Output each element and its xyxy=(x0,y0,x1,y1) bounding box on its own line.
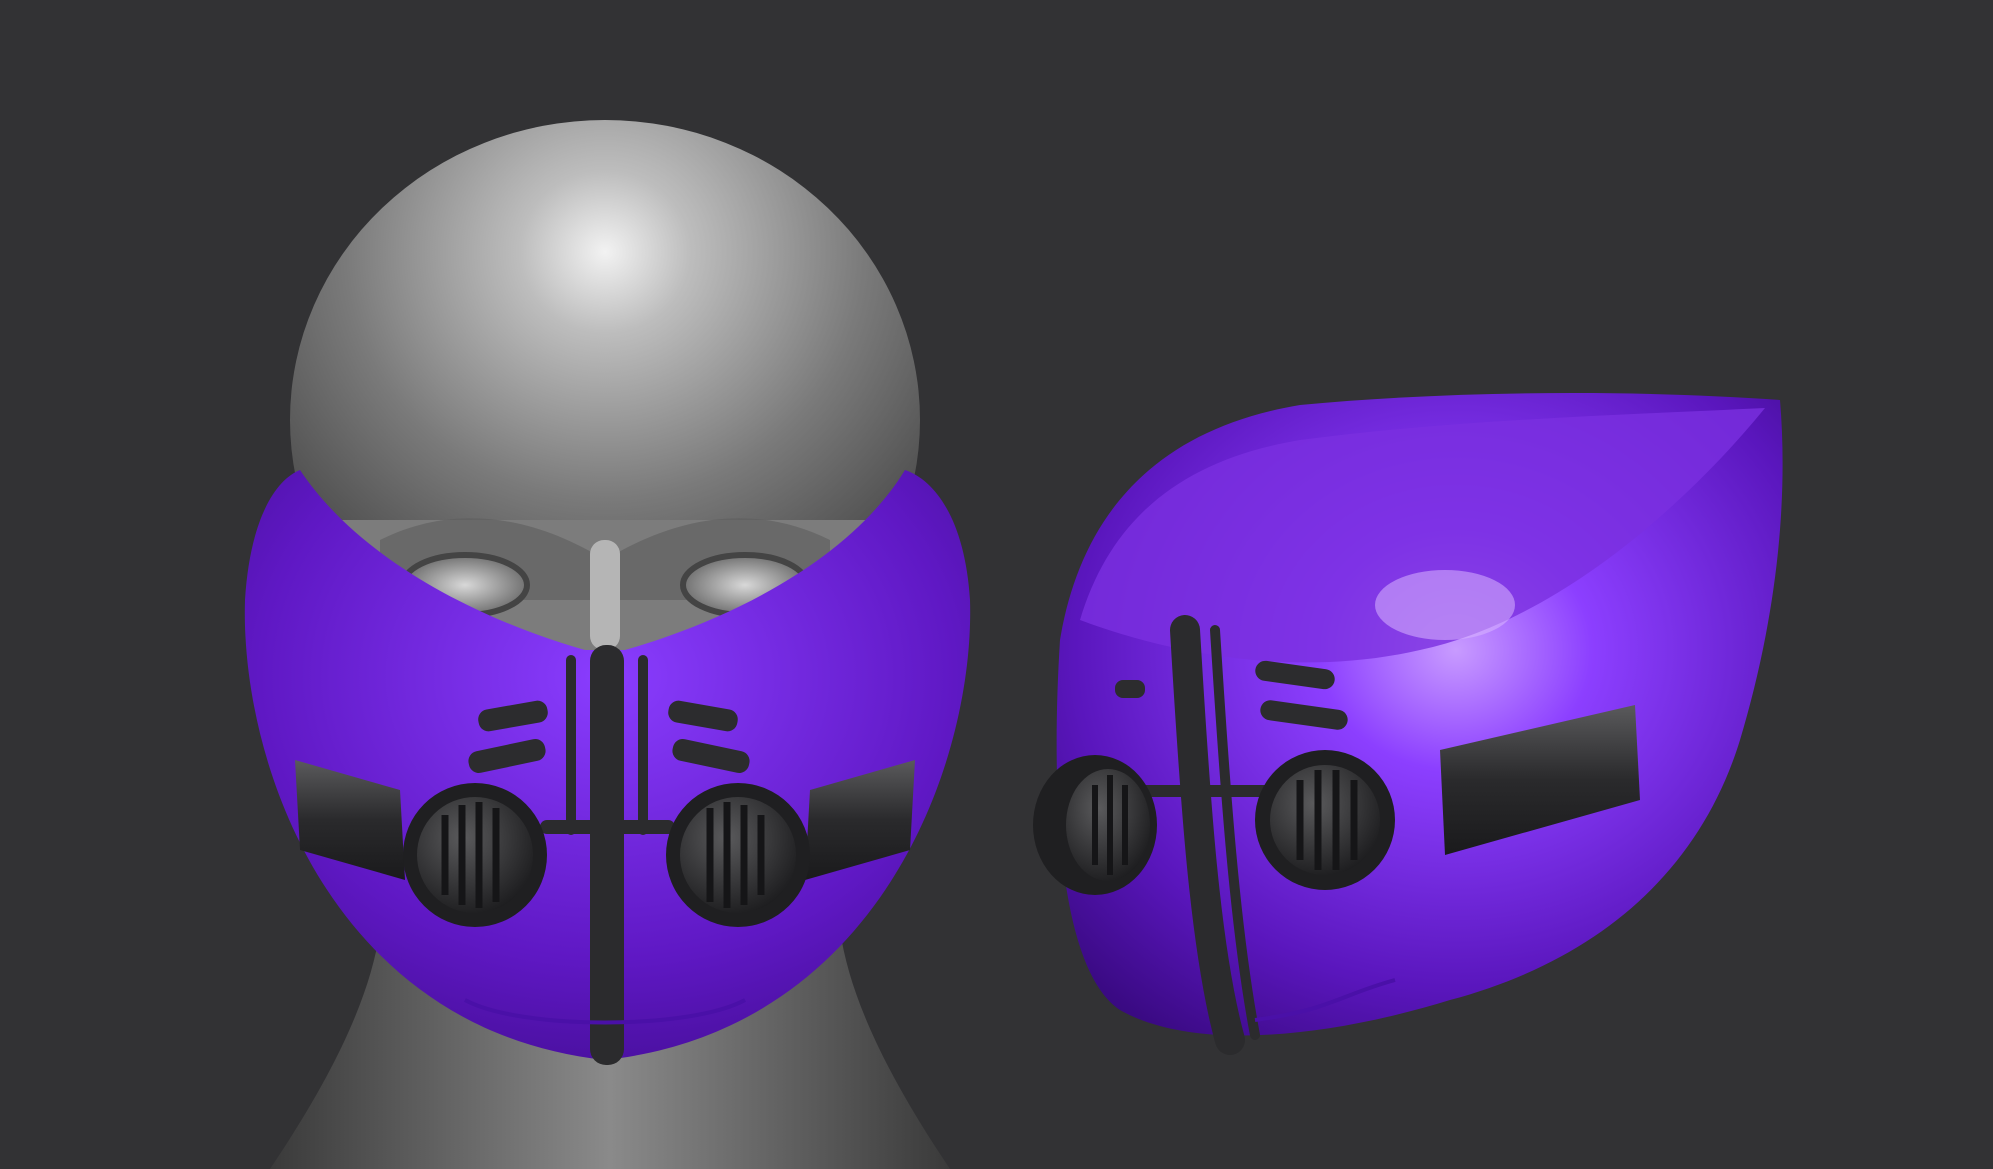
scene-render xyxy=(244,120,1783,1169)
center-rib-right xyxy=(638,655,648,835)
filter-right xyxy=(666,783,810,927)
filter-side xyxy=(1255,750,1395,890)
filter-front xyxy=(1033,755,1157,895)
center-rib-left xyxy=(566,655,576,835)
filter-connector xyxy=(540,820,675,834)
render-viewport xyxy=(0,0,1993,1169)
mask-three-quarter xyxy=(1033,393,1783,1055)
specular-highlight xyxy=(1375,570,1515,640)
center-rib xyxy=(590,645,624,1065)
vent-slot xyxy=(1115,680,1145,698)
filter-left xyxy=(403,783,547,927)
nose-bridge xyxy=(590,540,620,650)
